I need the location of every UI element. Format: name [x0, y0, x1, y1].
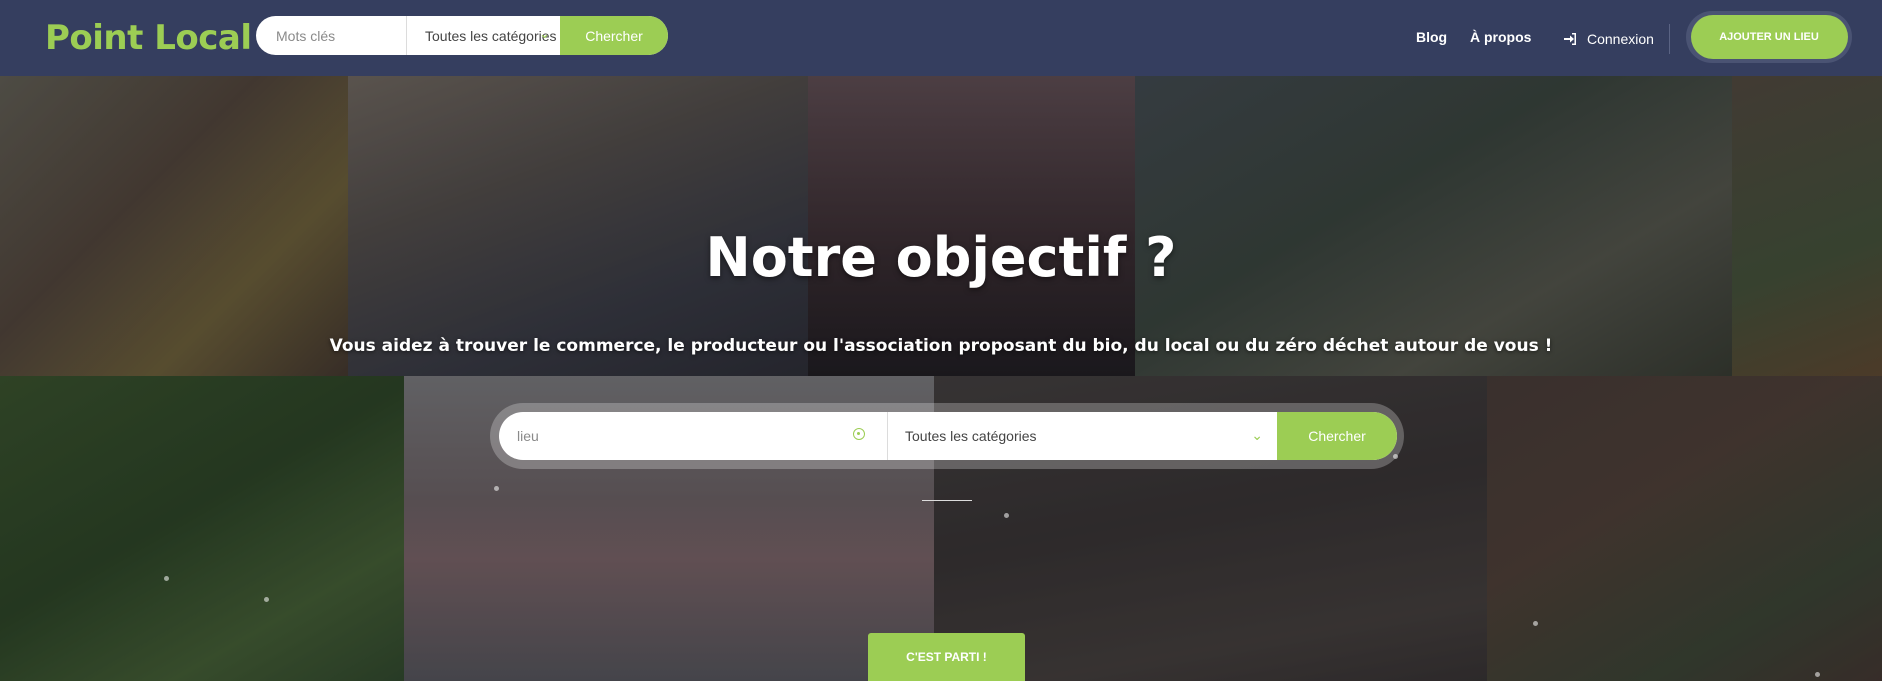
nav-login-link[interactable]: Connexion — [1564, 31, 1654, 47]
get-started-button[interactable]: C'EST PARTI ! — [868, 633, 1025, 681]
particle — [1004, 513, 1009, 518]
nav-about-link[interactable]: À propos — [1470, 29, 1531, 45]
add-place-button[interactable]: AJOUTER UN LIEU — [1690, 15, 1848, 59]
particle — [1533, 621, 1538, 626]
hero-search-bar: Toutes les catégories ⌄ Chercher — [499, 412, 1397, 460]
keywords-input[interactable] — [256, 16, 406, 55]
header-search-button[interactable]: Chercher — [560, 16, 668, 55]
particle — [264, 597, 269, 602]
header-search-bar: Toutes les catégories ⌄ Chercher — [256, 16, 668, 55]
hero-section: Notre objectif ? Vous aidez à trouver le… — [0, 76, 1882, 681]
sign-in-icon — [1564, 33, 1576, 45]
header-category-value: Toutes les catégories — [425, 27, 557, 44]
nav-blog-link[interactable]: Blog — [1416, 29, 1447, 45]
divider — [922, 500, 972, 501]
hero-search-button[interactable]: Chercher — [1277, 412, 1397, 460]
location-input[interactable] — [515, 427, 819, 445]
particle — [1815, 672, 1820, 677]
site-header: Point Local Toutes les catégories ⌄ Cher… — [0, 0, 1882, 76]
hero-category-select[interactable]: Toutes les catégories ⌄ — [887, 412, 1277, 460]
chevron-down-icon: ⌄ — [539, 26, 550, 41]
add-place-button-outline: AJOUTER UN LIEU — [1686, 11, 1852, 63]
site-logo[interactable]: Point Local — [45, 18, 252, 58]
hero-category-value: Toutes les catégories — [905, 428, 1037, 444]
particle — [494, 486, 499, 491]
nav-login-label: Connexion — [1587, 31, 1654, 47]
header-category-select[interactable]: Toutes les catégories ⌄ — [406, 16, 560, 55]
hero-subtitle: Vous aidez à trouver le commerce, le pro… — [329, 336, 1553, 356]
chevron-down-icon: ⌄ — [1251, 427, 1263, 443]
location-field — [499, 412, 887, 460]
hero-overlay — [0, 76, 1882, 681]
particle — [164, 576, 169, 581]
nav-separator — [1669, 24, 1670, 54]
crosshair-icon[interactable] — [853, 428, 865, 440]
hero-title: Notre objectif ? — [705, 226, 1177, 289]
